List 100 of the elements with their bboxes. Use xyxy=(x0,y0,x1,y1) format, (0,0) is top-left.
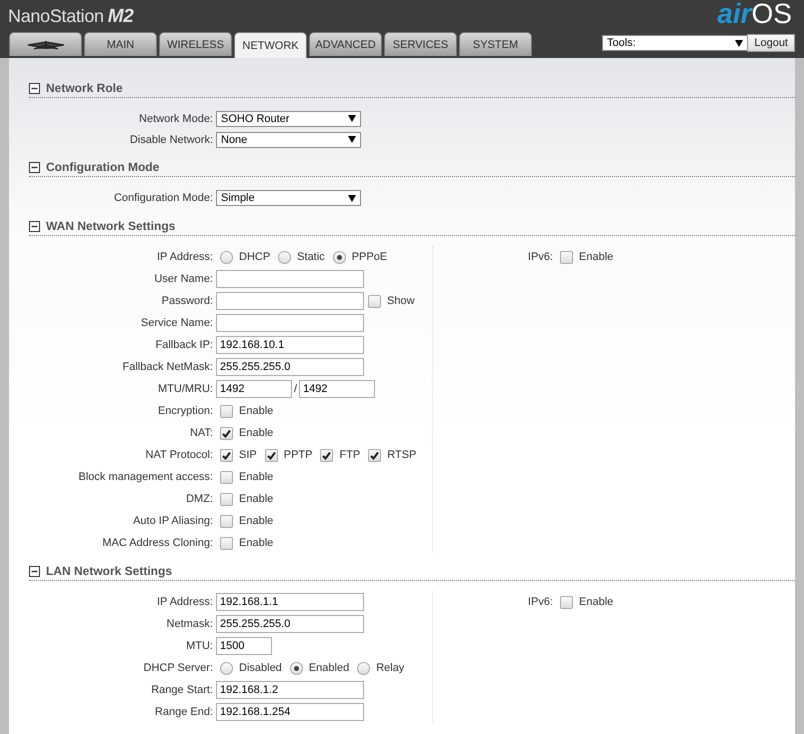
checkbox[interactable] xyxy=(560,596,573,608)
field-label: MTU: xyxy=(185,640,214,652)
nav-tab[interactable]: NETWORK xyxy=(234,32,307,58)
field-label: DMZ: xyxy=(185,493,214,505)
checkbox-label: PPTP xyxy=(284,449,312,461)
field-label: MTU/MRU: xyxy=(157,383,214,395)
field-label: IP Address: xyxy=(156,251,214,263)
checkbox[interactable] xyxy=(368,294,381,308)
radio-label: Relay xyxy=(376,662,404,674)
checkbox[interactable] xyxy=(220,514,233,528)
field-label: IPv6: xyxy=(526,596,554,608)
dropdown[interactable]: Simple xyxy=(216,190,361,206)
field-label: NAT: xyxy=(188,427,214,439)
text-field[interactable]: 255.255.255.0 xyxy=(216,358,364,376)
text-field[interactable] xyxy=(216,314,364,332)
checkbox[interactable] xyxy=(220,470,233,484)
caret-icon xyxy=(348,194,356,202)
field-label: User Name: xyxy=(153,273,214,285)
nav-tab[interactable]: ADVANCED xyxy=(309,32,382,56)
field-label: Fallback NetMask: xyxy=(122,361,214,373)
checkbox[interactable] xyxy=(368,448,382,462)
checkbox-label: Enable xyxy=(579,596,614,608)
radio-label: Static xyxy=(297,251,325,263)
field-label: MAC Address Cloning: xyxy=(101,537,214,549)
field-label: Auto IP Aliasing: xyxy=(132,515,214,527)
checkbox-label: Enable xyxy=(239,493,274,505)
radio-button[interactable] xyxy=(220,662,233,674)
radio-button[interactable] xyxy=(290,662,303,674)
section-title: WAN Network Settings xyxy=(46,219,176,233)
brand-logo: airOS xyxy=(717,0,792,28)
model-name: M2 xyxy=(108,6,134,28)
text-field[interactable]: 192.168.10.1 xyxy=(216,336,364,354)
checkbox-label: Enable xyxy=(239,537,274,549)
dropdown[interactable]: None xyxy=(216,132,361,148)
checkbox-label: SIP xyxy=(239,449,257,461)
radio-label: PPPoE xyxy=(352,251,388,263)
field-label: Password: xyxy=(160,295,214,307)
checkbox-label: Enable xyxy=(579,251,614,263)
separator: / xyxy=(294,383,298,395)
text-field[interactable]: 192.168.1.1 xyxy=(216,593,364,611)
collapse-icon[interactable] xyxy=(29,162,40,172)
field-label: DHCP Server: xyxy=(142,662,214,674)
text-field[interactable]: 192.168.1.2 xyxy=(216,681,364,699)
collapse-icon[interactable] xyxy=(29,566,40,576)
text-field[interactable]: 255.255.255.0 xyxy=(216,615,364,633)
radio-label: Enabled xyxy=(308,662,350,674)
field-label: NAT Protocol: xyxy=(144,449,214,461)
text-field[interactable] xyxy=(216,270,364,288)
password-field[interactable] xyxy=(216,292,364,310)
radio-button[interactable] xyxy=(332,250,346,264)
field-label: IPv6: xyxy=(526,251,554,263)
field-label: Disable Network: xyxy=(128,134,214,146)
caret-icon xyxy=(348,136,356,143)
field-label: Block management access: xyxy=(77,471,214,483)
caret-icon xyxy=(348,115,356,122)
checkbox-label: Enable xyxy=(239,427,274,439)
field-label: Netmask: xyxy=(166,618,214,630)
nav-tab[interactable]: SYSTEM xyxy=(459,32,532,56)
checkbox-label: Enable xyxy=(239,471,274,483)
checkbox[interactable] xyxy=(220,404,233,418)
checkbox[interactable] xyxy=(320,448,334,462)
checkbox-label: RTSP xyxy=(387,449,416,461)
section-title: LAN Network Settings xyxy=(46,564,172,578)
field-label: Service Name: xyxy=(140,317,214,329)
checkbox[interactable] xyxy=(220,448,233,462)
collapse-icon[interactable] xyxy=(29,220,40,232)
tools-dropdown[interactable]: Tools: xyxy=(602,35,748,51)
radio-button[interactable] xyxy=(357,662,370,674)
checkbox[interactable] xyxy=(220,536,233,550)
section-title: Network Role xyxy=(46,81,123,95)
radio-label: Disabled xyxy=(239,662,282,674)
product-name: NanoStation xyxy=(8,6,104,27)
field-label: Encryption: xyxy=(156,405,214,417)
checkbox[interactable] xyxy=(220,492,233,506)
checkbox[interactable] xyxy=(264,448,278,462)
nav-tab[interactable]: SERVICES xyxy=(384,32,457,56)
checkbox-label: Enable xyxy=(239,515,274,527)
text-field[interactable]: 1492 xyxy=(216,380,292,398)
home-tab[interactable] xyxy=(9,32,82,56)
nav-tab[interactable]: WIRELESS xyxy=(159,32,232,56)
checkbox-label: Show xyxy=(387,295,415,307)
caret-icon xyxy=(735,40,743,46)
field-label: Fallback IP: xyxy=(154,339,214,351)
field-label: Network Mode: xyxy=(138,112,214,124)
nav-tab[interactable]: MAIN xyxy=(84,32,157,56)
field-label: Range End: xyxy=(154,706,214,718)
collapse-icon[interactable] xyxy=(29,82,40,94)
checkbox[interactable] xyxy=(220,426,233,440)
text-field[interactable]: 1492 xyxy=(299,380,376,398)
text-field[interactable]: 1500 xyxy=(216,637,272,655)
field-label: Configuration Mode: xyxy=(112,192,214,204)
text-field[interactable]: 192.168.1.254 xyxy=(216,703,364,721)
checkbox[interactable] xyxy=(560,250,573,264)
logout-button[interactable]: Logout xyxy=(747,34,795,52)
radio-button[interactable] xyxy=(278,250,292,264)
dropdown[interactable]: SOHO Router xyxy=(216,110,361,126)
radio-button[interactable] xyxy=(220,250,233,264)
field-label: Range Start: xyxy=(150,684,214,696)
checkbox-label: FTP xyxy=(339,449,360,461)
field-label: IP Address: xyxy=(156,596,214,608)
